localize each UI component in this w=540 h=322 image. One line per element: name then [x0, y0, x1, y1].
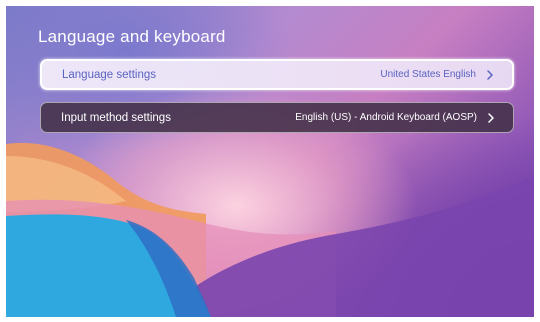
input-method-settings-label: Input method settings — [61, 111, 171, 124]
input-method-settings-item[interactable]: Input method settings English (US) - And… — [40, 102, 514, 133]
input-method-settings-value: English (US) - Android Keyboard (AOSP) — [295, 112, 477, 123]
wallpaper — [6, 142, 534, 317]
language-settings-value: United States English — [380, 69, 476, 80]
language-settings-label: Language settings — [62, 68, 156, 81]
settings-screen: Language and keyboard Language settings … — [6, 6, 534, 317]
chevron-right-icon — [488, 112, 494, 123]
language-settings-item[interactable]: Language settings United States English — [40, 59, 514, 90]
chevron-right-icon — [487, 69, 493, 80]
page-title: Language and keyboard — [38, 27, 226, 46]
